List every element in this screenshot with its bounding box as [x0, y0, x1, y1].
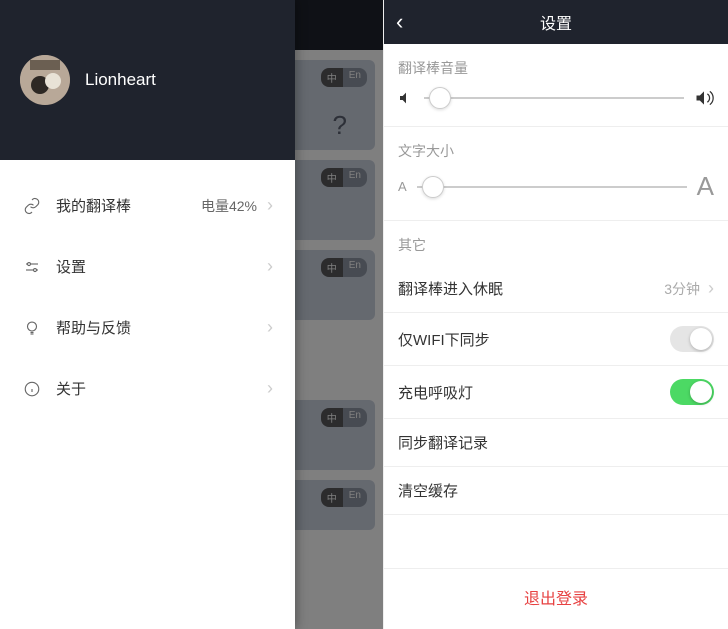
breath-light-row: 充电呼吸灯: [384, 366, 728, 419]
page-title: 设置: [540, 10, 572, 34]
font-small-icon: A: [398, 179, 407, 194]
back-button[interactable]: ‹: [396, 9, 403, 35]
sleep-value: 3分钟: [664, 279, 700, 299]
chevron-right-icon: ›: [267, 195, 273, 216]
menu-label: 帮助与反馈: [56, 317, 267, 338]
clear-cache-row[interactable]: 清空缓存: [384, 467, 728, 515]
clear-label: 清空缓存: [398, 480, 714, 501]
settings-panel: ‹ 设置 翻译棒音量 文字大小 A A 其它 翻译棒进入休眠 3分钟 › 仅WI…: [383, 0, 728, 629]
nav-drawer: Lionheart 我的翻译棒 电量42% › 设置 › 帮助与反馈 › 关于: [0, 0, 295, 629]
menu-label: 我的翻译棒: [56, 195, 201, 216]
volume-slider[interactable]: [424, 88, 684, 108]
other-section-label: 其它: [384, 221, 728, 265]
left-panel: 中En ? 中En 中En 中En 中En Lionheart 我的翻译: [0, 0, 383, 629]
sync-records-row[interactable]: 同步翻译记录: [384, 419, 728, 467]
spacer: [384, 515, 728, 569]
settings-header: ‹ 设置: [384, 0, 728, 44]
drawer-menu: 我的翻译棒 电量42% › 设置 › 帮助与反馈 › 关于 ›: [0, 160, 295, 434]
menu-label: 设置: [56, 256, 267, 277]
bg-question: ?: [333, 110, 347, 141]
logout-button[interactable]: 退出登录: [384, 569, 728, 629]
chevron-right-icon: ›: [708, 278, 714, 299]
breath-label: 充电呼吸灯: [398, 382, 670, 403]
chevron-right-icon: ›: [267, 378, 273, 399]
menu-item-device[interactable]: 我的翻译棒 电量42% ›: [0, 175, 295, 236]
username: Lionheart: [85, 70, 156, 90]
lang-pill-source: 中: [321, 258, 343, 277]
drawer-header[interactable]: Lionheart: [0, 0, 295, 160]
menu-item-about[interactable]: 关于 ›: [0, 358, 295, 419]
wifi-label: 仅WIFI下同步: [398, 329, 670, 350]
lang-pill-target: En: [343, 408, 367, 427]
avatar[interactable]: [20, 55, 70, 105]
wifi-toggle[interactable]: [670, 326, 714, 352]
lang-pill-target: En: [343, 68, 367, 87]
menu-item-settings[interactable]: 设置 ›: [0, 236, 295, 297]
menu-label: 关于: [56, 378, 267, 399]
chevron-right-icon: ›: [267, 317, 273, 338]
bulb-icon: [22, 319, 42, 337]
lang-pill-source: 中: [321, 488, 343, 507]
lang-pill-source: 中: [321, 168, 343, 187]
wifi-sync-row: 仅WIFI下同步: [384, 313, 728, 366]
lang-pill-source: 中: [321, 408, 343, 427]
font-large-icon: A: [697, 171, 714, 202]
lang-pill-target: En: [343, 258, 367, 277]
font-section-label: 文字大小: [384, 127, 728, 171]
volume-slider-row: [384, 88, 728, 127]
font-slider-row: A A: [384, 171, 728, 221]
battery-label: 电量42%: [201, 196, 257, 216]
sliders-icon: [22, 258, 42, 276]
sleep-row[interactable]: 翻译棒进入休眠 3分钟 ›: [384, 265, 728, 313]
lang-pill-target: En: [343, 488, 367, 507]
sleep-label: 翻译棒进入休眠: [398, 278, 664, 299]
volume-section-label: 翻译棒音量: [384, 44, 728, 88]
menu-item-help[interactable]: 帮助与反馈 ›: [0, 297, 295, 358]
lang-pill-target: En: [343, 168, 367, 187]
sync-label: 同步翻译记录: [398, 432, 714, 453]
info-icon: [22, 380, 42, 398]
chevron-right-icon: ›: [267, 256, 273, 277]
link-icon: [22, 197, 42, 215]
breath-toggle[interactable]: [670, 379, 714, 405]
volume-low-icon: [398, 90, 414, 106]
font-slider[interactable]: [417, 177, 687, 197]
volume-high-icon: [694, 88, 714, 108]
lang-pill-source: 中: [321, 68, 343, 87]
